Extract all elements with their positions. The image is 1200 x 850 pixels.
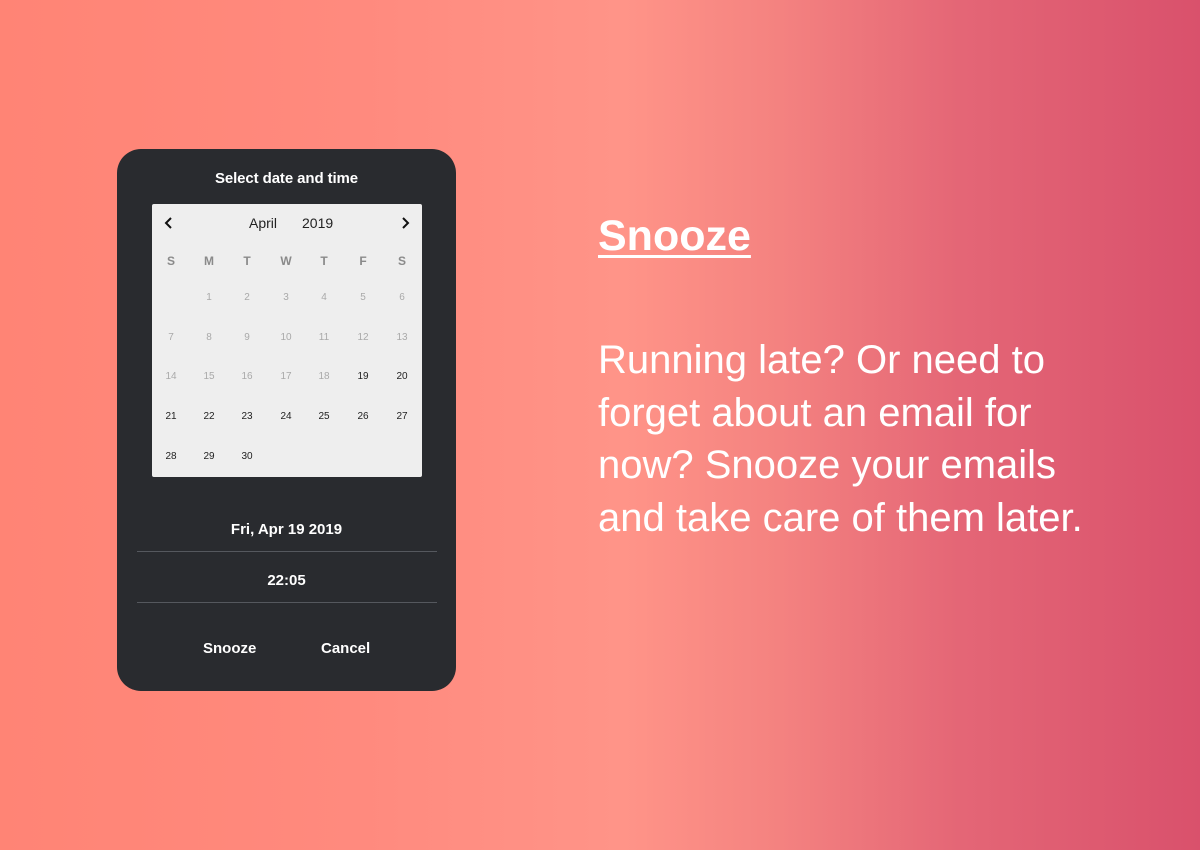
calendar-day[interactable]: 30	[232, 447, 262, 467]
calendar-day[interactable]: 21	[156, 407, 186, 427]
calendar-day: 18	[318, 371, 330, 382]
calendar-day: 8	[206, 332, 212, 343]
selected-date[interactable]: Fri, Apr 19 2019	[117, 521, 456, 538]
calendar-day: 6	[399, 292, 405, 303]
dialog-title: Select date and time	[214, 170, 359, 187]
weekday-label: M	[204, 254, 214, 268]
calendar-day: 1	[206, 292, 212, 303]
calendar-day: 15	[203, 371, 215, 382]
calendar-day: 10	[280, 332, 292, 343]
weekday-label: W	[280, 254, 292, 268]
calendar-day[interactable]: 22	[194, 407, 224, 427]
calendar-day[interactable]: 27	[387, 407, 417, 427]
calendar-day: 5	[360, 292, 366, 303]
selected-time[interactable]: 22:05	[117, 572, 456, 589]
weekday-label: S	[397, 254, 406, 268]
calendar: April 2019 S M T W T F S 1 2 3 4 5 6 7 8 9 10 11 12 13 14 15 1…	[152, 204, 422, 477]
snooze-button[interactable]: Snooze	[203, 640, 256, 657]
calendar-day[interactable]: 24	[271, 407, 301, 427]
calendar-day[interactable]: 26	[348, 407, 378, 427]
calendar-day: 7	[168, 332, 174, 343]
snooze-dialog: Select date and time April 2019 SMTWTFS1…	[117, 149, 456, 691]
calendar-day[interactable]: 19	[348, 367, 378, 387]
weekday-label: T	[320, 254, 328, 268]
calendar-day[interactable]: 20	[387, 367, 417, 387]
calendar-day[interactable]: 23	[232, 407, 262, 427]
calendar-day: 12	[357, 332, 369, 343]
calendar-day[interactable]: 29	[194, 447, 224, 467]
weekday-label: F	[359, 254, 367, 268]
divider	[137, 551, 437, 552]
calendar-day[interactable]: 25	[309, 407, 339, 427]
calendar-day: 14	[165, 371, 177, 382]
calendar-day: 9	[244, 332, 250, 343]
feature-description: Running late? Or need to forget about an…	[598, 338, 1083, 540]
feature-title: Snooze	[598, 212, 751, 260]
calendar-day: 3	[283, 292, 289, 303]
weekday-label: S	[166, 254, 175, 268]
calendar-day: 16	[241, 371, 253, 382]
calendar-day[interactable]: 28	[156, 447, 186, 467]
calendar-day: 11	[318, 332, 330, 343]
calendar-day: 13	[396, 332, 408, 343]
divider	[137, 602, 437, 603]
weekday-label: T	[243, 254, 251, 268]
calendar-day: 2	[244, 292, 250, 303]
calendar-grid: S M T W T F S 1 2 3 4 5 6 7 8 9 10 11 12 13 14 15 16 17 18 19 20 21…	[152, 204, 422, 477]
calendar-day: 17	[280, 371, 292, 382]
cancel-button[interactable]: Cancel	[321, 640, 370, 657]
calendar-day: 4	[321, 292, 327, 303]
